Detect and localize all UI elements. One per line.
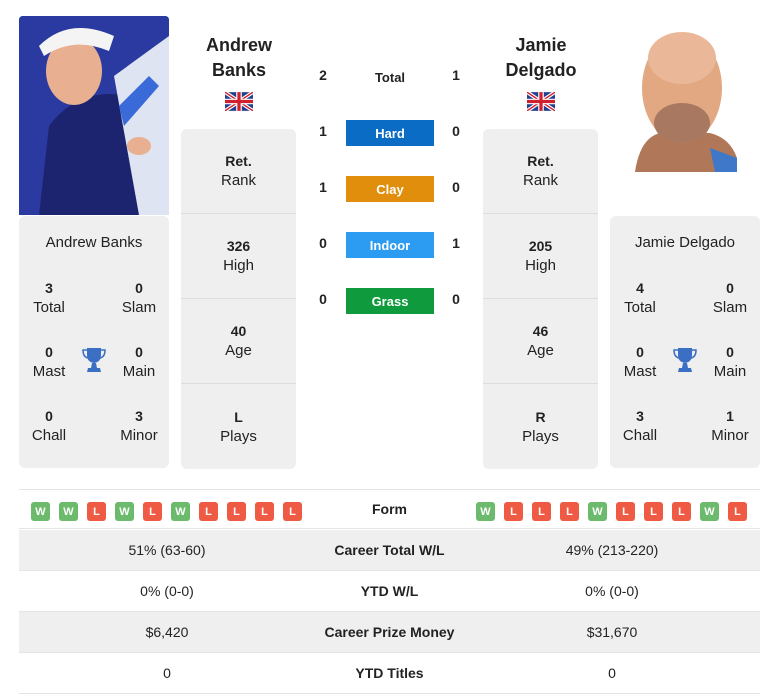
player2-titles-card: Jamie Delgado 4 Total 0 Slam 0 Mast 0 Main 3… [610, 216, 760, 468]
age-cell: 46 Age [483, 299, 598, 384]
form-row: WWLWLWLLLL Form WLLLWLLLWL [19, 489, 760, 529]
player1-name[interactable]: Andrew Banks [179, 33, 299, 83]
form-win-badge[interactable]: W [700, 502, 719, 521]
surface-indoor-badge[interactable]: Indoor [346, 232, 434, 258]
form-loss-badge[interactable]: L [283, 502, 302, 521]
form-win-badge[interactable]: W [171, 502, 190, 521]
stat-row: 0% (0-0) YTD W/L 0% (0-0) [19, 571, 760, 612]
titles-slam: 0 Slam [121, 280, 157, 316]
h2h-clay-p1: 1 [319, 179, 327, 195]
form-loss-badge[interactable]: L [199, 502, 218, 521]
titles-slam: 0 Slam [712, 280, 748, 316]
h2h-indoor-p2: 1 [452, 235, 460, 251]
form-loss-badge[interactable]: L [728, 502, 747, 521]
stat-label: YTD Titles [355, 665, 424, 681]
stat-player2-value: 0 [608, 665, 616, 681]
form-loss-badge[interactable]: L [143, 502, 162, 521]
plays-cell: L Plays [220, 408, 257, 445]
form-loss-badge[interactable]: L [87, 502, 106, 521]
form-loss-badge[interactable]: L [255, 502, 274, 521]
titles-main: 0 Main [713, 344, 747, 380]
form-loss-badge[interactable]: L [560, 502, 579, 521]
h2h-hard-p2: 0 [452, 123, 460, 139]
surface-clay-badge[interactable]: Clay [346, 176, 434, 202]
uk-flag-icon [225, 92, 253, 111]
player1-rank-card: Ret. Rank 326 High 40 Age L Plays [181, 129, 296, 469]
h2h-clay-p2: 0 [452, 179, 460, 195]
form-loss-badge[interactable]: L [644, 502, 663, 521]
titles-total: 4 Total [624, 280, 656, 316]
titles-chall: 3 Chall [622, 408, 658, 444]
plays-cell: R Plays [522, 408, 559, 445]
player1-full-name[interactable]: Andrew Banks [19, 234, 169, 251]
h2h-hard-p1: 1 [319, 123, 327, 139]
form-loss-badge[interactable]: L [532, 502, 551, 521]
player2-full-name[interactable]: Jamie Delgado [610, 234, 760, 251]
surface-hard-badge[interactable]: Hard [346, 120, 434, 146]
high-cell: 326 High [181, 214, 296, 299]
h2h-total-p1: 2 [319, 67, 327, 83]
stat-player1-value: 0% (0-0) [140, 583, 194, 599]
h2h-grass-p1: 0 [319, 291, 327, 307]
titles-minor: 1 Minor [711, 408, 749, 444]
stat-player2-value: 0% (0-0) [585, 583, 639, 599]
h2h-total-p2: 1 [452, 67, 460, 83]
stat-label: Career Total W/L [334, 542, 445, 558]
player1-photo [19, 16, 169, 215]
stat-player2-value: 49% (213-220) [565, 542, 659, 558]
titles-total: 3 Total [33, 280, 65, 316]
rank-cell: Ret. Rank [181, 129, 296, 214]
trophy-icon [82, 348, 106, 372]
titles-chall: 0 Chall [31, 408, 67, 444]
titles-main: 0 Main [122, 344, 156, 380]
rank-cell: Ret. Rank [483, 129, 598, 214]
stat-label: Career Prize Money [324, 624, 455, 640]
h2h-total-label: Total [374, 70, 406, 85]
high-cell: 205 High [483, 214, 598, 299]
titles-minor: 3 Minor [120, 408, 158, 444]
form-win-badge[interactable]: W [588, 502, 607, 521]
form-win-badge[interactable]: W [476, 502, 495, 521]
form-loss-badge[interactable]: L [504, 502, 523, 521]
form-loss-badge[interactable]: L [227, 502, 246, 521]
stat-label: YTD W/L [360, 583, 419, 599]
stat-row: 0 YTD Titles 0 [19, 653, 760, 694]
titles-mast: 0 Mast [32, 344, 66, 380]
player2-photo [630, 28, 737, 172]
surface-grass-badge[interactable]: Grass [346, 288, 434, 314]
h2h-grass-p2: 0 [452, 291, 460, 307]
form-win-badge[interactable]: W [31, 502, 50, 521]
form-loss-badge[interactable]: L [672, 502, 691, 521]
player1-titles-card: Andrew Banks 3 Total 0 Slam 0 Mast 0 Main 0C… [19, 216, 169, 468]
player2-rank-card: Ret. Rank 205 High 46 Age R Plays [483, 129, 598, 469]
form-label: Form [372, 501, 407, 517]
stat-row: $6,420 Career Prize Money $31,670 [19, 612, 760, 653]
uk-flag-icon [527, 92, 555, 111]
form-win-badge[interactable]: W [115, 502, 134, 521]
stat-row: 51% (63-60) Career Total W/L 49% (213-220) [19, 530, 760, 571]
trophy-icon [673, 348, 697, 372]
stat-player1-value: $6,420 [145, 624, 189, 640]
form-loss-badge[interactable]: L [616, 502, 635, 521]
stat-player1-value: 51% (63-60) [128, 542, 206, 558]
titles-mast: 0 Mast [623, 344, 657, 380]
stat-player2-value: $31,670 [586, 624, 638, 640]
stat-player1-value: 0 [163, 665, 171, 681]
form-win-badge[interactable]: W [59, 502, 78, 521]
h2h-indoor-p1: 0 [319, 235, 327, 251]
age-cell: 40 Age [181, 299, 296, 384]
player2-name[interactable]: Jamie Delgado [481, 33, 601, 83]
